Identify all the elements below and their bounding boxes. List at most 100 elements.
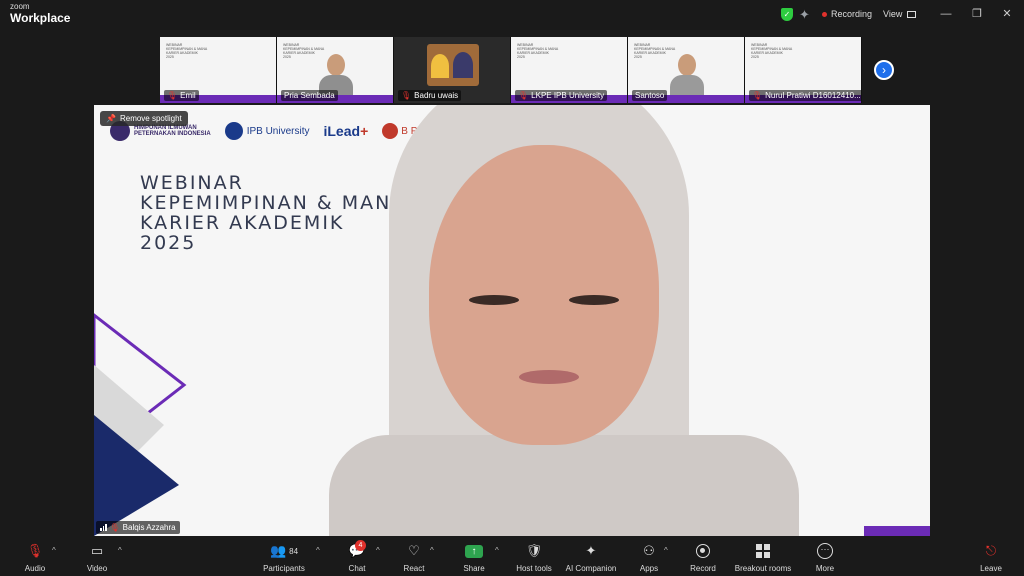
participant-profile-photo (427, 44, 479, 86)
chat-button[interactable]: 💬 4 Chat (342, 540, 372, 573)
slide-title-line: KEPEMIMPINAN & MANA (140, 192, 407, 214)
mic-muted-icon: 🎙 (752, 91, 763, 100)
signal-bars-icon (100, 524, 107, 531)
eye (569, 295, 619, 305)
participant-tile[interactable]: WEBINAR KEPEMIMPINAN & MANA KARIER AKADEMI… (160, 37, 277, 103)
leave-button[interactable]: ⎋ Leave (976, 542, 1006, 573)
participants-button[interactable]: 👥 84 Participants (258, 542, 310, 573)
participant-label: Pria Sembada (281, 90, 338, 101)
slide-decoration (94, 313, 187, 536)
react-button[interactable]: ♡ React (399, 542, 429, 573)
share-button[interactable]: ↑ Share (458, 542, 490, 573)
camera-icon: ▭ (90, 543, 104, 558)
participant-name: Santoso (635, 91, 665, 100)
apps-label: Apps (639, 564, 659, 573)
participant-name: Pria Sembada (284, 91, 335, 100)
body (670, 75, 704, 97)
participant-tile[interactable]: WEBINAR KEPEMIMPINAN & MANA KARIER AKADEMI… (511, 37, 628, 103)
breakout-rooms-button[interactable]: Breakout rooms (732, 542, 794, 573)
logo-line1: zoom (10, 2, 30, 11)
participants-label: Participants (263, 564, 305, 573)
leave-label: Leave (980, 564, 1002, 573)
ai-sparkle-icon[interactable]: ✦ (799, 7, 810, 23)
speaker-video (329, 105, 889, 536)
view-grid-icon (907, 10, 917, 18)
chat-options-chevron-icon[interactable]: ^ (376, 546, 380, 555)
org-name: HIMPUNAN ILMUWAN PETERNAKAN INDONESIA (134, 125, 211, 137)
photo-figure (453, 52, 473, 78)
host-tools-button[interactable]: 🛡 Host tools (512, 542, 556, 573)
view-button[interactable]: View (883, 9, 917, 19)
breakout-rooms-icon (732, 542, 794, 560)
ipb-emblem-icon (224, 122, 243, 140)
recording-dot-icon (822, 11, 827, 17)
zoom-workplace-logo: zoom Workplace (10, 2, 70, 25)
ilead-text: iLead (323, 123, 361, 139)
restore-icon[interactable]: ❐ (969, 6, 985, 22)
share-label: Share (463, 564, 485, 573)
participant-name: LKPE IPB University (531, 91, 605, 100)
audio-label: Audio (24, 564, 46, 573)
more-button[interactable]: ··· More (810, 542, 840, 573)
participant-video (319, 51, 353, 97)
ai-companion-button[interactable]: ✦ AI Companion (563, 542, 619, 573)
breakout-rooms-label: Breakout rooms (734, 564, 792, 573)
video-label: Video (86, 564, 108, 573)
mic-muted-icon: 🎙 (518, 91, 529, 100)
participant-label: 🎙 Nurul Pratiwi D16012410... (749, 90, 861, 101)
record-icon (687, 542, 719, 560)
speaker-face (429, 145, 659, 445)
share-options-chevron-icon[interactable]: ^ (495, 546, 499, 555)
head (678, 54, 696, 76)
speaker-name: Balqis Azzahra (122, 523, 176, 532)
next-page-chevron-icon[interactable]: › (874, 60, 894, 80)
remove-spotlight-label: Remove spotlight (119, 114, 182, 123)
meeting-toolbar: 🎙 Audio ^ ▭ Video ^ 👥 84 Participants ^ 💬… (0, 540, 1024, 576)
participant-label: 🎙 Emil (164, 90, 199, 101)
participant-tile[interactable]: 🎙 Badru uwais (394, 37, 511, 103)
heart-icon: ♡ (408, 543, 420, 558)
participants-options-chevron-icon[interactable]: ^ (316, 546, 320, 555)
org-name-line2: PETERNAKAN INDONESIA (134, 131, 211, 137)
remove-spotlight-button[interactable]: 📌 Remove spotlight (100, 111, 188, 126)
participant-label: 🎙 Badru uwais (398, 90, 462, 101)
share-screen-icon: ↑ (458, 542, 490, 560)
participant-tile[interactable]: WEBINAR KEPEMIMPINAN & MANA KARIER AKADEMI… (628, 37, 745, 103)
recording-indicator[interactable]: Recording (822, 9, 872, 19)
audio-button[interactable]: 🎙 Audio (20, 542, 50, 573)
title-bar: zoom Workplace ✓ ✦ Recording View — ❐ ✕ (0, 0, 1024, 30)
head (327, 54, 345, 76)
slide-thumbnail: WEBINAR KEPEMIMPINAN & MANA KARIER AKADEMI… (517, 43, 559, 59)
apps-options-chevron-icon[interactable]: ^ (664, 546, 668, 555)
mic-muted-icon: 🎙 (167, 91, 178, 100)
ipb-text: IPB University (246, 125, 310, 137)
participant-tile[interactable]: WEBINAR KEPEMIMPINAN & MANA KARIER AKADEMI… (745, 37, 862, 103)
slide-title: WEBINAR KEPEMIMPINAN & MANA KARIER AKADE… (140, 173, 406, 253)
view-label: View (883, 9, 903, 19)
react-options-chevron-icon[interactable]: ^ (430, 546, 434, 555)
minimize-icon[interactable]: — (938, 6, 954, 22)
slide-title-line: KARIER AKADEMIK (140, 212, 345, 234)
apps-button[interactable]: ⚇ Apps (634, 542, 664, 573)
recording-label: Recording (831, 9, 873, 19)
record-button[interactable]: Record (687, 542, 719, 573)
react-label: React (403, 564, 425, 573)
close-icon[interactable]: ✕ (999, 6, 1015, 22)
photo-figure (431, 54, 449, 78)
mic-muted-icon: 🎙 (401, 91, 412, 100)
audio-options-chevron-icon[interactable]: ^ (52, 546, 56, 555)
pin-icon: 📌 (106, 114, 116, 123)
spotlight-video: HIMPUNAN ILMUWAN PETERNAKAN INDONESIA IPB… (94, 105, 930, 536)
encryption-shield-icon[interactable]: ✓ (781, 8, 793, 21)
speaker-name-tag: 🎙 Balqis Azzahra (96, 521, 180, 534)
video-button[interactable]: ▭ Video (82, 542, 112, 573)
ilead-plus: + (360, 123, 369, 139)
slide-title-line: WEBINAR (140, 172, 244, 194)
participant-video (670, 51, 704, 97)
chat-label: Chat (348, 564, 366, 573)
video-options-chevron-icon[interactable]: ^ (118, 546, 122, 555)
slide-thumbnail: WEBINAR KEPEMIMPINAN & MANA KARIER AKADEMI… (751, 43, 793, 59)
ai-companion-label: AI Companion (565, 564, 617, 573)
participant-tile[interactable]: WEBINAR KEPEMIMPINAN & MANA KARIER AKADEMI… (277, 37, 394, 103)
ai-sparkle-icon: ✦ (585, 543, 597, 558)
